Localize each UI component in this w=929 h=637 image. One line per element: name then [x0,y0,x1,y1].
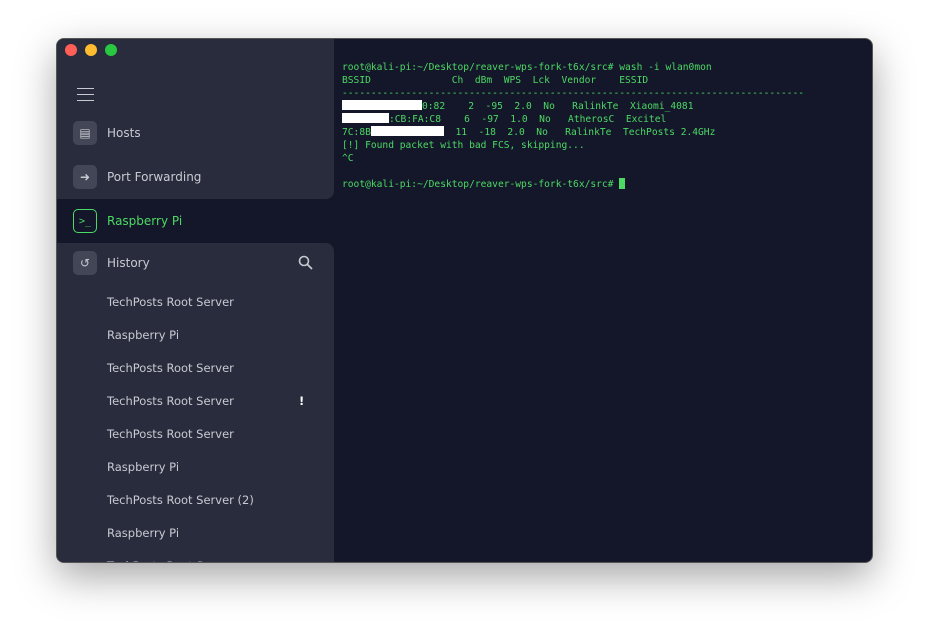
table-row: 7C:8B 11 -18 2.0 No RalinkTe TechPosts 2… [342,126,716,138]
history-item-label: TechPosts Root Server [107,427,234,441]
history-item-label: TechPosts Root Server (2) [107,493,254,507]
sidebar-item-raspberry-pi[interactable]: >_ Raspberry Pi [57,201,334,241]
history-section: ↺ History TechPosts Root Server Raspberry… [57,243,334,562]
sidebar: ▤ Hosts ➜ Port Forwarding >_ Raspberry P… [57,39,334,562]
terminal-output[interactable]: root@kali-pi:~/Desktop/reaver-wps-fork-t… [342,61,804,191]
history-item[interactable]: TechPosts Root Server [107,295,317,309]
history-item-label: Raspberry Pi [107,460,180,474]
table-header: BSSID Ch dBm WPS Lck Vendor ESSID [342,75,649,86]
warning-icon: ! [299,394,305,408]
terminal-icon: >_ [73,209,97,233]
divider: ----------------------------------------… [342,88,805,99]
history-item-label: TechPosts Root Server [107,394,234,408]
sidebar-nav: ▤ Hosts ➜ Port Forwarding [57,39,334,199]
history-label: History [107,256,150,270]
history-item-label: TechPosts Root Server [107,361,234,375]
history-icon: ↺ [73,251,97,275]
history-item[interactable]: Raspberry Pi [107,460,317,474]
redaction [342,100,422,110]
table-row: 0:82 2 -95 2.0 No RalinkTe Xiaomi_4081 [342,100,693,112]
history-item[interactable]: TechPosts Root Server! [107,394,317,408]
history-header[interactable]: ↺ History [57,243,334,283]
history-item[interactable]: Raspberry Pi [107,328,317,342]
cursor [619,178,626,189]
redaction [342,113,389,123]
history-item-label: Raspberry Pi [107,526,180,540]
sidebar-item-hosts[interactable]: ▤ Hosts [57,113,334,153]
prompt: root@kali-pi:~/Desktop/reaver-wps-fork-t… [342,62,620,73]
history-item[interactable]: TechPosts Root Server [107,361,317,375]
warning-message: [!] Found packet with bad FCS, skipping.… [342,140,585,151]
history-item-label: TechPosts Root Server [107,559,234,562]
server-icon: ▤ [73,121,97,145]
history-item[interactable]: TechPosts Root Server (2) [107,493,317,507]
prompt: root@kali-pi:~/Desktop/reaver-wps-fork-t… [342,179,620,190]
sidebar-item-label: Port Forwarding [107,170,202,184]
interrupt: ^C [342,153,354,164]
history-item[interactable]: Raspberry Pi [107,526,317,540]
minimize-button[interactable] [85,44,97,56]
zoom-button[interactable] [105,44,117,56]
search-icon[interactable] [298,255,313,270]
forward-arrow-icon: ➜ [73,165,97,189]
sidebar-item-port-forwarding[interactable]: ➜ Port Forwarding [57,157,334,197]
redaction [370,126,444,136]
app-window: ▤ Hosts ➜ Port Forwarding >_ Raspberry P… [56,38,873,563]
history-item-label: Raspberry Pi [107,328,180,342]
hamburger-menu-icon[interactable] [77,88,94,106]
sidebar-item-label: Raspberry Pi [107,214,183,228]
command: wash -i wlan0mon [619,62,712,73]
sidebar-item-label: Hosts [107,126,141,140]
history-item[interactable]: TechPosts Root Server [107,427,317,441]
table-row: :CB:FA:C8 6 -97 1.0 No AtherosC Excitel [342,113,666,125]
history-item[interactable]: TechPosts Root Server [107,559,317,562]
history-item-label: TechPosts Root Server [107,295,234,309]
window-controls [65,44,117,56]
close-button[interactable] [65,44,77,56]
